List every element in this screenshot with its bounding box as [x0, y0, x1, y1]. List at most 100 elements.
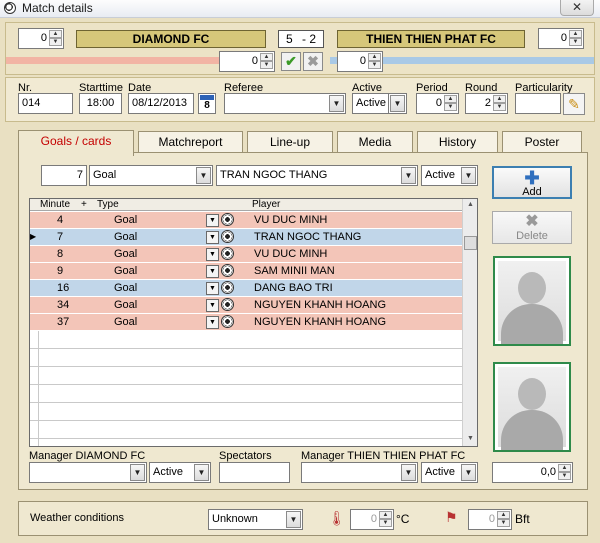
- chevron-down-icon[interactable]: ▼: [329, 95, 344, 112]
- event-type-select[interactable]: Goal ▼: [89, 165, 213, 186]
- chevron-down-icon[interactable]: ▼: [194, 464, 209, 481]
- empty-table-row: [30, 349, 462, 367]
- chevron-down-icon[interactable]: ▼: [206, 231, 219, 244]
- particularity-field[interactable]: [515, 93, 561, 114]
- cell-type: Goal: [114, 231, 138, 243]
- table-row[interactable]: 9 Goal ▼ SAM MINII MAN: [30, 263, 462, 280]
- pencil-icon[interactable]: ✎: [563, 93, 585, 115]
- wind-spinner[interactable]: 0 ▲ ▼: [468, 509, 512, 530]
- sort-indicator: +: [81, 199, 87, 210]
- delete-button[interactable]: ✖ Delete: [492, 211, 572, 244]
- manager-home-select[interactable]: ▼: [29, 462, 147, 483]
- chevron-down-icon[interactable]: ▼: [206, 299, 219, 312]
- spinner-arrows-icon[interactable]: ▲ ▼: [260, 53, 273, 70]
- chevron-down-icon[interactable]: ▼: [401, 167, 416, 184]
- referee-select[interactable]: ▼: [224, 93, 346, 114]
- column-header-type[interactable]: Type: [97, 199, 119, 210]
- cell-minute: 37: [57, 316, 70, 328]
- table-scrollbar[interactable]: ▲ ▼: [462, 199, 477, 446]
- row-selector-cell: [30, 385, 39, 402]
- nr-field[interactable]: 014: [18, 93, 73, 114]
- spinner-arrows-icon[interactable]: ▲ ▼: [558, 464, 571, 481]
- chevron-down-icon[interactable]: ▼: [390, 95, 405, 112]
- column-header-player[interactable]: Player: [252, 199, 280, 210]
- home-bottom-spinner[interactable]: 0 ▲ ▼: [219, 51, 275, 72]
- spinner-arrows-icon[interactable]: ▲ ▼: [444, 95, 457, 112]
- soccer-ball-icon: [4, 2, 16, 14]
- chevron-down-icon[interactable]: ▼: [461, 167, 476, 184]
- chevron-down-icon[interactable]: ▼: [206, 316, 219, 329]
- empty-table-row: [30, 439, 462, 446]
- minute-field[interactable]: 7: [41, 165, 87, 186]
- date-field[interactable]: 08/12/2013: [128, 93, 194, 114]
- home-player-photo: [493, 256, 571, 346]
- entry-status-select[interactable]: Active ▼: [421, 165, 478, 186]
- chevron-down-icon[interactable]: ▼: [401, 464, 416, 481]
- spinner-arrows-icon[interactable]: ▲ ▼: [379, 511, 392, 528]
- spinner-arrows-icon[interactable]: ▲ ▼: [368, 53, 381, 70]
- confirm-check-button[interactable]: ✔: [281, 52, 301, 71]
- tab-line-up[interactable]: Line-up: [247, 131, 333, 153]
- chevron-down-icon[interactable]: ▼: [286, 511, 301, 528]
- scroll-up-icon[interactable]: ▲: [463, 199, 477, 211]
- chevron-down-icon[interactable]: ▼: [206, 248, 219, 261]
- table-row[interactable]: 4 Goal ▼ VU DUC MINH: [30, 212, 462, 229]
- table-row[interactable]: 37 Goal ▼ NGUYEN KHANH HOANG: [30, 314, 462, 331]
- table-row[interactable]: 34 Goal ▼ NGUYEN KHANH HOANG: [30, 297, 462, 314]
- cell-type: Goal: [114, 316, 138, 328]
- away-bottom-spinner[interactable]: 0 ▲ ▼: [337, 51, 383, 72]
- chevron-down-icon[interactable]: ▼: [206, 265, 219, 278]
- close-button[interactable]: ✕: [560, 0, 594, 16]
- table-row[interactable]: 16 Goal ▼ DANG BAO TRI: [30, 280, 462, 297]
- scroll-down-icon[interactable]: ▼: [463, 433, 477, 445]
- chevron-down-icon[interactable]: ▼: [206, 282, 219, 295]
- tab-goals-cards[interactable]: Goals / cards: [18, 130, 134, 156]
- chevron-down-icon[interactable]: ▼: [130, 464, 145, 481]
- score-home: 5: [285, 32, 293, 46]
- spinner-arrows-icon[interactable]: ▲ ▼: [569, 30, 582, 47]
- tab-matchreport[interactable]: Matchreport: [138, 131, 243, 153]
- away-top-spinner[interactable]: 0 ▲ ▼: [538, 28, 584, 49]
- manager-away-label: Manager THIEN THIEN PHAT FC: [301, 450, 466, 462]
- chevron-down-icon[interactable]: ▼: [461, 464, 476, 481]
- home-team-name: DIAMOND FC: [76, 30, 266, 48]
- player-select[interactable]: TRAN NGOC THANG ▼: [216, 165, 418, 186]
- cancel-x-button[interactable]: ✖: [303, 52, 323, 71]
- weather-label: Weather conditions: [30, 512, 124, 524]
- cell-minute: 8: [57, 248, 64, 260]
- spectators-field[interactable]: [219, 462, 290, 483]
- starttime-field[interactable]: 18:00: [79, 93, 122, 114]
- row-selector-cell: [30, 331, 39, 348]
- cell-player: TRAN NGOC THANG: [254, 231, 362, 243]
- spinner-arrows-icon[interactable]: ▲ ▼: [493, 95, 506, 112]
- table-row[interactable]: 8 Goal ▼ VU DUC MINH: [30, 246, 462, 263]
- chevron-down-icon[interactable]: ▼: [196, 167, 211, 184]
- period-spinner[interactable]: 0 ▲ ▼: [416, 93, 459, 114]
- temperature-spinner[interactable]: 0 ▲ ▼: [350, 509, 394, 530]
- tab-poster[interactable]: Poster: [502, 131, 582, 153]
- round-spinner[interactable]: 2 ▲ ▼: [465, 93, 508, 114]
- column-header-minute[interactable]: Minute: [40, 199, 70, 210]
- cell-minute: 4: [57, 214, 64, 226]
- manager-away-status-select[interactable]: Active ▼: [421, 462, 478, 483]
- table-row[interactable]: ▶ 7 Goal ▼ TRAN NGOC THANG: [30, 229, 462, 246]
- rating-spinner[interactable]: 0,0 ▲ ▼: [492, 462, 573, 483]
- tab-history[interactable]: History: [417, 131, 498, 153]
- weather-select[interactable]: Unknown ▼: [208, 509, 303, 530]
- wind-unit: Bft: [515, 512, 530, 526]
- soccer-ball-icon: [221, 281, 234, 294]
- spinner-arrows-icon[interactable]: ▲ ▼: [49, 30, 62, 47]
- calendar-icon[interactable]: 8: [198, 93, 216, 114]
- manager-away-select[interactable]: ▼: [301, 462, 418, 483]
- home-top-spinner[interactable]: 0 ▲ ▼: [18, 28, 64, 49]
- spinner-arrows-icon[interactable]: ▲ ▼: [497, 511, 510, 528]
- add-button[interactable]: ✚ Add: [492, 166, 572, 199]
- plus-icon: ✚: [524, 168, 540, 188]
- chevron-down-icon[interactable]: ▼: [206, 214, 219, 227]
- tab-media[interactable]: Media: [337, 131, 413, 153]
- scroll-thumb[interactable]: [464, 236, 477, 250]
- cell-type: Goal: [114, 248, 138, 260]
- active-select[interactable]: ▼: [388, 93, 407, 114]
- cell-minute: 9: [57, 265, 64, 277]
- manager-home-status-select[interactable]: Active ▼: [149, 462, 211, 483]
